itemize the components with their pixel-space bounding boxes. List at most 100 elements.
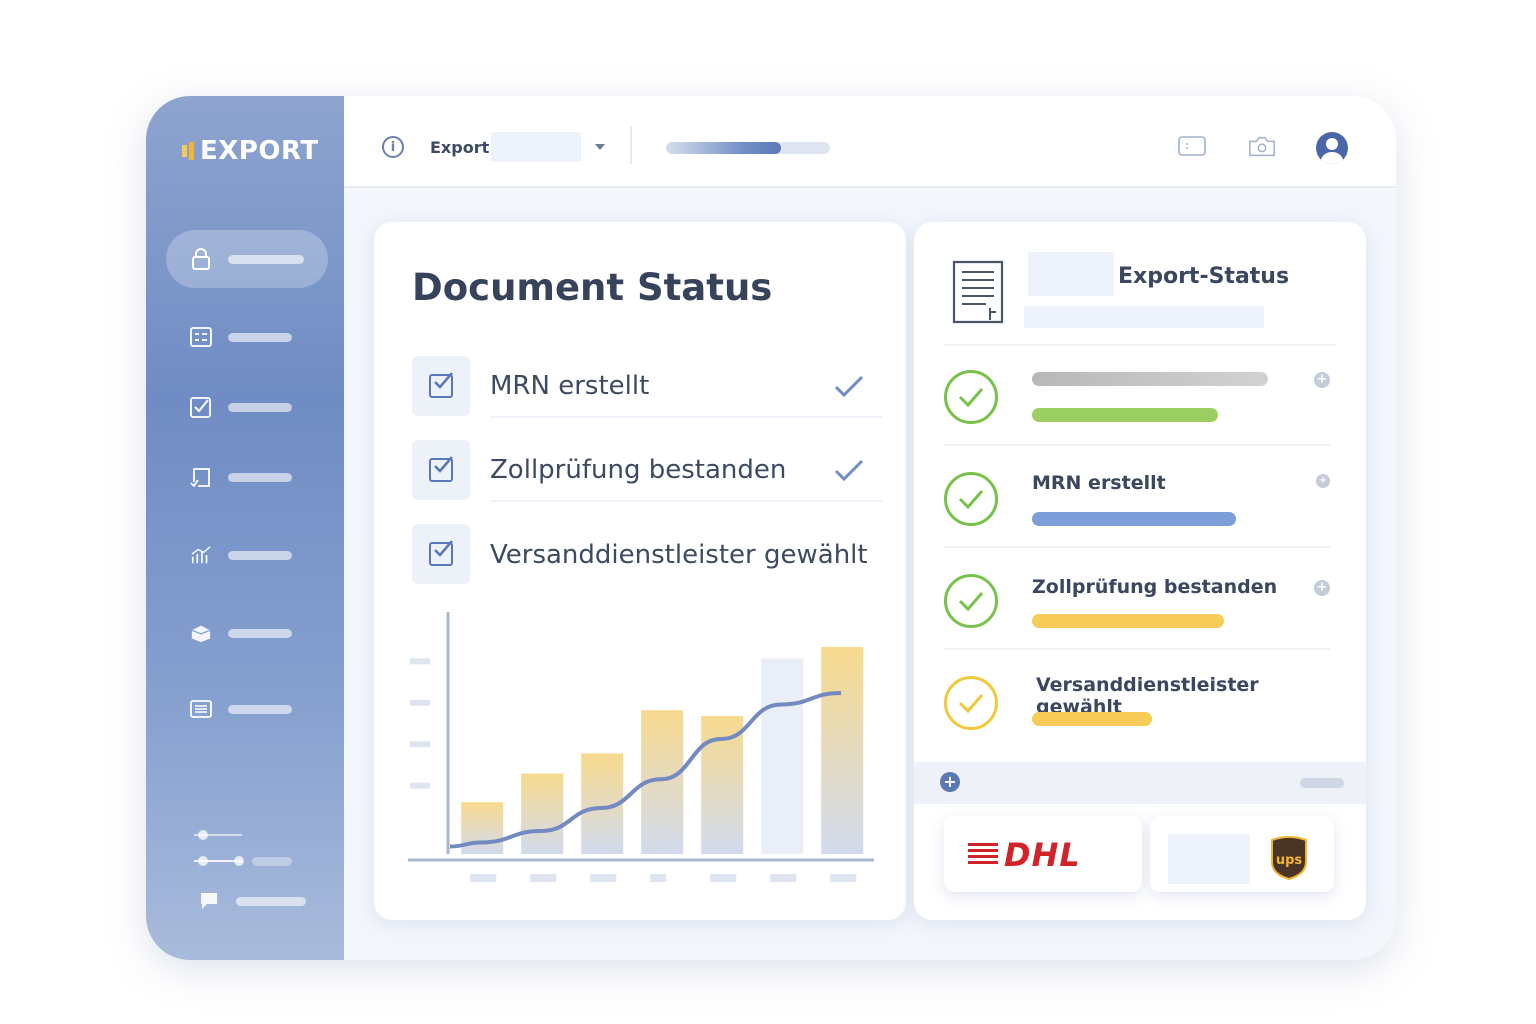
sidebar-item-analytics[interactable] xyxy=(166,526,328,584)
sidebar: EXPORT xyxy=(146,96,344,960)
form-list-icon xyxy=(190,326,212,348)
chart-bar xyxy=(761,658,804,854)
logo-text: EXPORT xyxy=(200,136,319,166)
status-row-label: Zollprüfung bestanden xyxy=(1032,576,1278,598)
sidebar-item-label-placeholder xyxy=(228,332,292,342)
app-logo[interactable]: EXPORT xyxy=(182,136,319,166)
progress-chart xyxy=(404,608,886,898)
plus-icon[interactable]: + xyxy=(1316,474,1330,488)
x-tick-label xyxy=(470,874,497,882)
checklist-item[interactable]: Versanddienstleister gewählt xyxy=(412,524,882,584)
progress-bar xyxy=(666,142,830,154)
status-row[interactable]: MRN erstellt + xyxy=(944,448,1330,548)
sidebar-item-reports[interactable] xyxy=(166,680,328,738)
y-tick-label xyxy=(410,741,430,748)
logo-mark-icon xyxy=(182,142,196,160)
export-dropdown-value xyxy=(491,132,582,162)
chart-bar xyxy=(521,773,564,854)
slider-knob[interactable] xyxy=(198,830,208,840)
checklist-item[interactable]: Zollprüfung bestanden xyxy=(412,440,882,502)
add-icon[interactable]: + xyxy=(940,772,960,792)
x-tick-label xyxy=(590,874,617,882)
sidebar-item-label-placeholder xyxy=(228,254,304,264)
sidebar-item-label-placeholder xyxy=(228,402,292,412)
slider-label-placeholder xyxy=(252,857,292,866)
status-check-icon xyxy=(944,472,998,526)
carrier-ups[interactable]: ups xyxy=(1150,816,1334,892)
x-tick-label xyxy=(650,874,667,882)
checkbox-edit-icon xyxy=(190,396,212,418)
ups-logo-text: ups xyxy=(1276,853,1303,868)
app-window: EXPORT i Export Document Status MRN erst… xyxy=(146,96,1396,960)
x-tick-label xyxy=(710,874,737,882)
checkbox[interactable] xyxy=(412,524,470,584)
user-avatar[interactable] xyxy=(1316,132,1348,164)
x-tick-label xyxy=(770,874,797,882)
page-title: Document Status xyxy=(412,266,773,309)
checklist-item-label: Versanddienstleister gewählt xyxy=(490,540,868,570)
header-subtitle-placeholder xyxy=(1024,306,1264,328)
slider-knob[interactable] xyxy=(234,856,244,866)
y-tick-label xyxy=(410,782,430,789)
status-check-icon xyxy=(944,370,998,424)
message-icon[interactable] xyxy=(1178,134,1206,158)
spreadsheet-icon xyxy=(190,698,212,720)
chat-bubble-icon xyxy=(198,890,220,912)
document-icon xyxy=(952,260,1004,324)
sidebar-slider-2[interactable] xyxy=(194,856,294,866)
document-status-card: Document Status MRN erstellt Zollprüfung… xyxy=(374,222,906,920)
top-bar: i Export xyxy=(344,96,1396,188)
export-status-card: Export-Status + MRN erstellt + Zollprüfu… xyxy=(914,222,1366,920)
status-footer: + xyxy=(914,762,1366,804)
sidebar-slider-1[interactable] xyxy=(194,830,294,840)
status-progress-bar xyxy=(1032,512,1236,526)
bar-chart-icon xyxy=(190,544,212,566)
sidebar-item-label-placeholder xyxy=(228,628,292,638)
dhl-logo: DHL xyxy=(1004,836,1081,874)
document-sign-icon xyxy=(190,466,212,488)
export-dropdown[interactable]: Export xyxy=(430,132,606,162)
sidebar-item-shipments[interactable] xyxy=(166,604,328,662)
checkbox[interactable] xyxy=(412,440,470,500)
checklist-item[interactable]: MRN erstellt xyxy=(412,356,882,418)
ups-shield-icon: ups xyxy=(1271,836,1307,880)
export-status-title: Export-Status xyxy=(1118,264,1290,289)
checkbox[interactable] xyxy=(412,356,470,416)
checklist-item-label: Zollprüfung bestanden xyxy=(490,455,787,485)
status-row[interactable]: Zollprüfung bestanden + xyxy=(944,550,1330,650)
divider xyxy=(630,126,632,164)
sidebar-item-label-placeholder xyxy=(228,472,292,482)
sidebar-item-tasks[interactable] xyxy=(166,378,328,436)
header-placeholder xyxy=(1028,252,1114,296)
sidebar-item-documents[interactable] xyxy=(166,448,328,506)
camera-icon[interactable] xyxy=(1248,134,1276,158)
sidebar-item-label-placeholder xyxy=(228,550,292,560)
carrier-dhl[interactable]: DHL xyxy=(944,816,1142,892)
dhl-stripes-icon xyxy=(968,843,998,865)
sidebar-item-chat[interactable] xyxy=(184,872,346,930)
package-icon xyxy=(190,622,212,644)
x-tick-label xyxy=(830,874,857,882)
chevron-down-icon xyxy=(595,144,606,150)
y-tick-label xyxy=(410,699,430,706)
slider-knob[interactable] xyxy=(198,856,208,866)
footer-placeholder xyxy=(1300,778,1344,788)
status-row[interactable]: + xyxy=(944,346,1330,446)
carrier-placeholder xyxy=(1168,834,1250,884)
export-dropdown-label: Export xyxy=(430,137,490,157)
info-icon[interactable]: i xyxy=(382,136,404,158)
status-row[interactable]: Versanddienstleister gewählt xyxy=(944,652,1330,752)
plus-icon[interactable]: + xyxy=(1314,580,1330,596)
status-pending-icon xyxy=(944,676,998,730)
y-tick-label xyxy=(410,658,430,665)
status-check-icon xyxy=(944,574,998,628)
status-row-label: MRN erstellt xyxy=(1032,472,1166,494)
plus-icon[interactable]: + xyxy=(1314,372,1330,388)
sidebar-item-label-placeholder xyxy=(236,896,306,906)
checkbox-checked-icon xyxy=(429,540,453,566)
chart-bar xyxy=(461,802,504,854)
sidebar-item-forms[interactable] xyxy=(166,308,328,366)
sidebar-item-label-placeholder xyxy=(228,704,292,714)
sidebar-item-lock[interactable] xyxy=(166,230,328,288)
chart-bar xyxy=(821,647,864,854)
